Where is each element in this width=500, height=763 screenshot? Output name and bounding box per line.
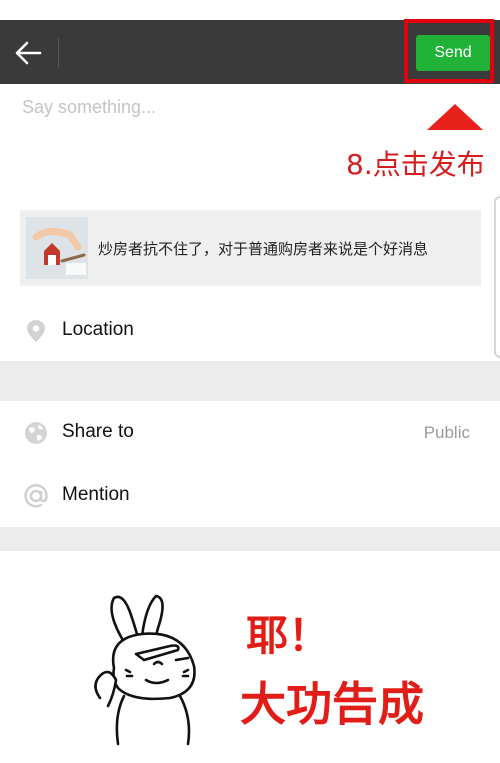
globe-icon — [25, 422, 47, 444]
toolbar-divider — [58, 38, 59, 68]
back-button[interactable] — [14, 40, 42, 66]
share-to-row[interactable]: Share to Public — [0, 403, 500, 463]
say-something-input[interactable] — [20, 92, 404, 122]
article-thumbnail — [26, 217, 88, 279]
section-divider-bottom — [0, 527, 500, 551]
section-divider — [0, 361, 500, 401]
mention-row[interactable]: Mention — [0, 466, 500, 526]
bunny-salute-sticker — [94, 594, 196, 746]
share-to-label: Share to — [62, 421, 134, 442]
sticker-caption-yay: 耶！ — [246, 611, 331, 660]
shared-article-card[interactable]: 炒房者抗不住了，对于普通购房者来说是个好消息 — [20, 210, 481, 286]
share-to-value: Public — [423, 423, 470, 442]
step-annotation: 8.点击发布 — [346, 148, 485, 181]
at-sign-icon — [24, 484, 48, 508]
location-row[interactable]: Location — [0, 301, 500, 361]
annotation-arrow — [427, 104, 483, 130]
sticker-caption-done: 大功告成 — [240, 677, 424, 731]
location-label: Location — [62, 319, 134, 340]
arrow-left-icon — [15, 41, 42, 65]
mention-label: Mention — [62, 484, 130, 505]
article-title: 炒房者抗不住了，对于普通购房者来说是个好消息 — [98, 240, 429, 258]
location-pin-icon — [27, 320, 45, 342]
send-button[interactable]: Send — [416, 35, 490, 71]
